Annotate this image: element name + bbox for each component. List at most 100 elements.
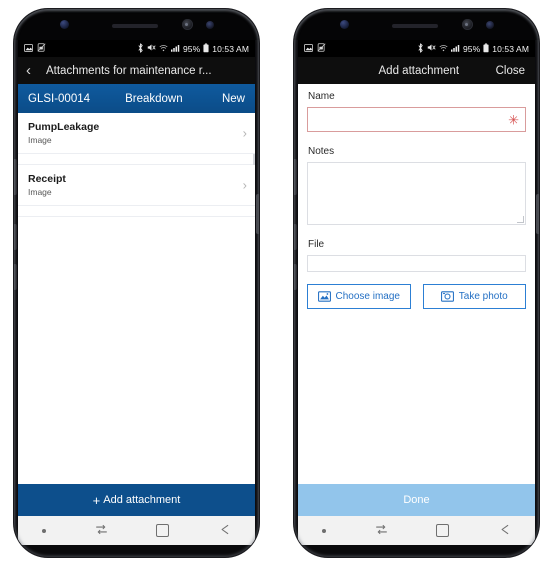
wifi-icon (439, 44, 448, 54)
screen-right: 95% 10:53 AM Add attachment Close Name ✳… (298, 40, 535, 545)
choose-image-button[interactable]: Choose image (307, 284, 411, 309)
notes-label: Notes (308, 146, 335, 157)
power-rail (256, 194, 259, 234)
notes-field[interactable] (307, 162, 526, 225)
battery-percent-label: 95% (182, 43, 201, 54)
done-button[interactable]: Done (298, 484, 535, 516)
name-label: Name (308, 91, 335, 102)
camera-icon (440, 291, 454, 302)
sim-card-off-icon (317, 43, 326, 54)
file-field[interactable] (307, 255, 526, 272)
add-attachment-form: Name ✳ Notes File Choose image Take phot… (298, 84, 535, 309)
bixby-rail (14, 264, 17, 290)
sim-card-off-icon (37, 43, 46, 54)
status-bar-right: 95% 10:53 AM (298, 40, 535, 57)
done-label: Done (403, 494, 430, 506)
android-nav-bar-left (18, 516, 255, 545)
phone-device-right: 95% 10:53 AM Add attachment Close Name ✳… (294, 9, 539, 557)
back-arrow-icon[interactable] (218, 523, 231, 538)
list-item[interactable]: PumpLeakage Image › (18, 113, 255, 154)
phone-device-left: 95% 10:53 AM ‹ Attachments for maintenan… (14, 9, 259, 557)
close-button[interactable]: Close (496, 65, 525, 77)
screen-left: 95% 10:53 AM ‹ Attachments for maintenan… (18, 40, 255, 545)
list-separator (18, 206, 255, 217)
task-switch-icon[interactable] (95, 523, 108, 538)
bluetooth-icon (417, 43, 424, 55)
proximity-sensor-icon (486, 21, 494, 29)
bluetooth-icon (137, 43, 144, 55)
home-square-icon[interactable] (436, 524, 450, 537)
device-top-hardware (14, 9, 259, 40)
power-rail-2 (536, 194, 539, 234)
attachment-type: Image (28, 187, 52, 197)
record-type-label: Breakdown (125, 92, 183, 105)
take-photo-label: Take photo (458, 291, 508, 302)
battery-icon (203, 43, 209, 55)
iris-sensor-icon (182, 19, 193, 30)
record-header: GLSI-00014 Breakdown New (18, 84, 255, 113)
back-arrow-icon[interactable] (498, 523, 511, 538)
attachment-name: PumpLeakage (28, 121, 100, 133)
status-right-icons: 95% 10:53 AM (417, 43, 529, 55)
app-title-bar-right: Add attachment Close (298, 57, 535, 84)
status-left-icons (24, 43, 46, 54)
status-right-icons: 95% 10:53 AM (137, 43, 249, 55)
screenshot-stage: 95% 10:53 AM ‹ Attachments for maintenan… (0, 0, 551, 570)
wifi-icon (159, 44, 168, 54)
mute-icon (427, 43, 436, 54)
volume-up-rail-2 (294, 159, 297, 195)
status-bar-left: 95% 10:53 AM (18, 40, 255, 57)
recent-dot-icon[interactable] (322, 528, 327, 533)
form-empty-area (298, 309, 535, 484)
earpiece-speaker (392, 24, 438, 28)
battery-icon (483, 43, 489, 55)
image-picture-icon (317, 291, 331, 302)
app-title-bar-left: ‹ Attachments for maintenance r... (18, 57, 255, 84)
status-time-label: 10:53 AM (492, 43, 529, 54)
list-empty-area (18, 217, 255, 484)
chevron-right-icon: › (242, 177, 247, 193)
image-icon (304, 44, 313, 54)
add-attachment-button[interactable]: + Add attachment (18, 484, 255, 516)
name-field[interactable]: ✳ (307, 107, 526, 132)
mute-icon (147, 43, 156, 54)
signal-bars-icon (170, 44, 180, 54)
resize-grip-icon[interactable] (517, 216, 524, 223)
task-switch-icon[interactable] (375, 523, 388, 538)
battery-percent-label: 95% (462, 43, 481, 54)
image-icon (24, 44, 33, 54)
volume-down-rail-2 (294, 224, 297, 250)
front-camera-icon (60, 20, 69, 29)
chevron-right-icon: › (242, 125, 247, 141)
earpiece-speaker (112, 24, 158, 28)
attachment-name: Receipt (28, 173, 66, 185)
file-action-row: Choose image Take photo (307, 284, 526, 309)
chevron-left-icon[interactable]: ‹ (26, 63, 42, 78)
android-nav-bar-right (298, 516, 535, 545)
add-attachment-label: Add attachment (103, 494, 181, 506)
file-label: File (308, 239, 325, 250)
take-photo-button[interactable]: Take photo (422, 284, 526, 309)
status-left-icons (304, 43, 326, 54)
list-item[interactable]: Receipt Image › (18, 165, 255, 206)
proximity-sensor-icon (206, 21, 214, 29)
attachment-type: Image (28, 135, 52, 145)
bixby-rail-2 (294, 264, 297, 290)
plus-icon: + (92, 492, 101, 508)
volume-up-rail (14, 159, 17, 195)
record-status-label: New (221, 92, 245, 105)
choose-image-label: Choose image (335, 291, 400, 302)
volume-down-rail (14, 224, 17, 250)
recent-dot-icon[interactable] (42, 528, 47, 533)
list-separator (18, 154, 255, 165)
required-asterisk-icon: ✳ (508, 112, 519, 127)
device-top-hardware-2 (294, 9, 539, 40)
home-square-icon[interactable] (156, 524, 170, 537)
record-id-label: GLSI-00014 (28, 92, 91, 105)
page-title: Attachments for maintenance r... (46, 64, 212, 77)
iris-sensor-icon (462, 19, 473, 30)
dialog-title: Add attachment (378, 64, 460, 77)
attachment-list: PumpLeakage Image › Receipt Image › (18, 113, 255, 217)
status-time-label: 10:53 AM (212, 43, 249, 54)
front-camera-icon (340, 20, 349, 29)
